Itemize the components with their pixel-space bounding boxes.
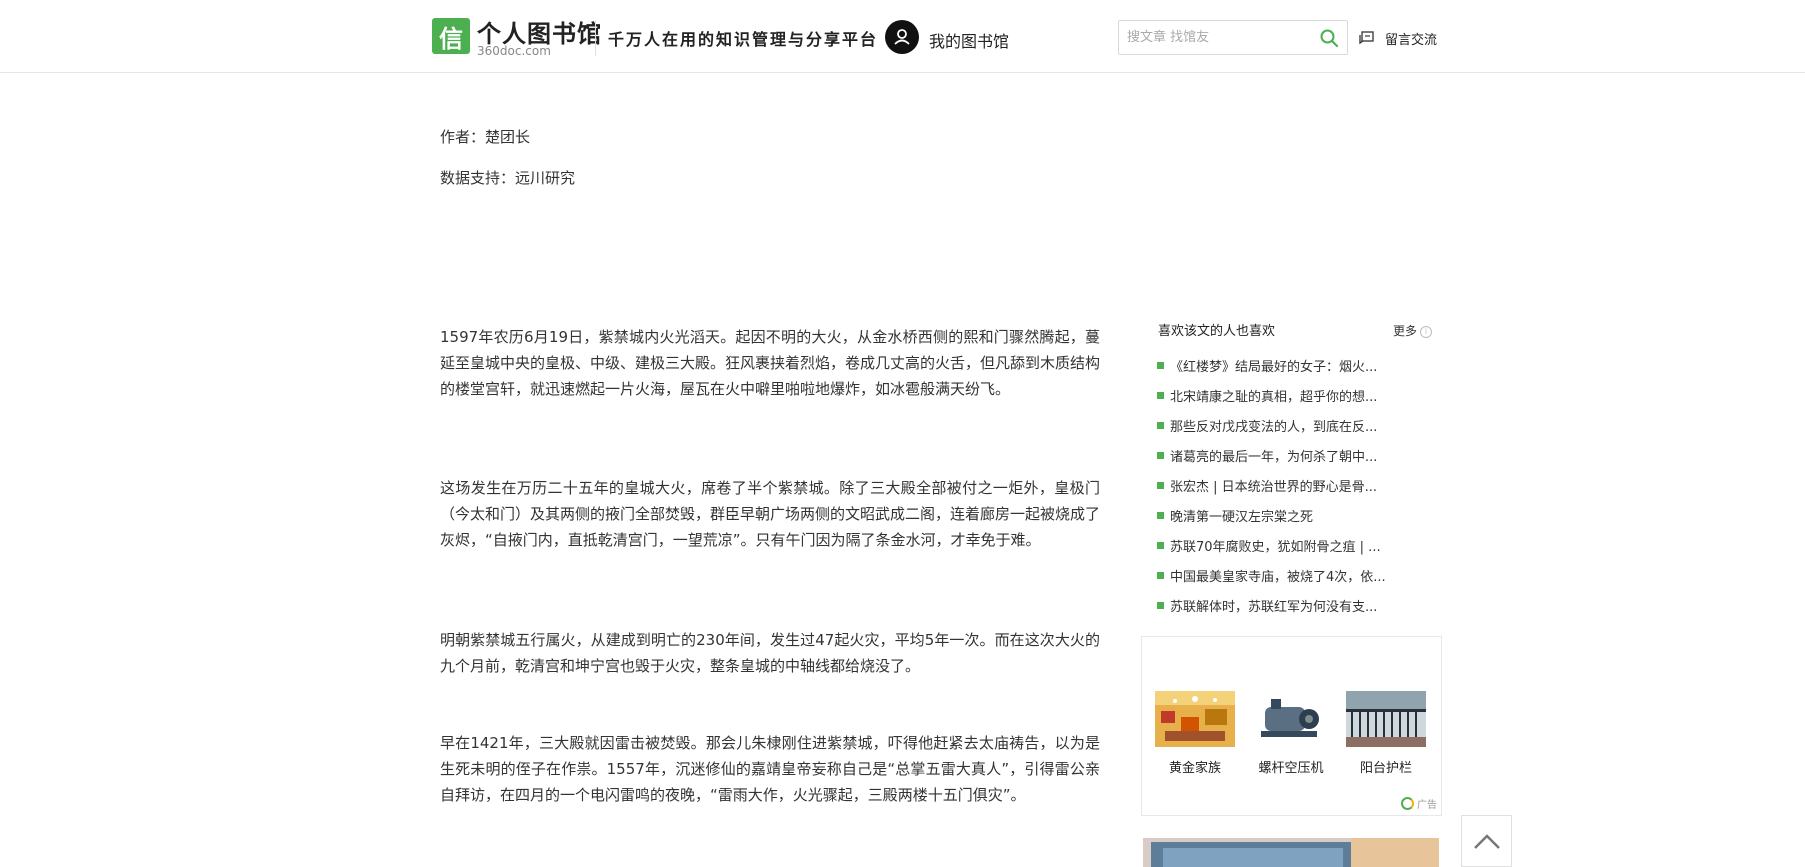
chevron-up-icon (1473, 834, 1500, 849)
list-item-label[interactable]: 北宋靖康之耻的真相，超乎你的想... (1170, 386, 1377, 405)
article-paragraph: 明朝紫禁城五行属火，从建成到明亡的230年间，发生过47起火灾，平均5年一次。而… (440, 631, 1100, 675)
search-box (1118, 20, 1348, 55)
top-header: 信 个人图书馆 360doc.com 千万人在用的知识管理与分享平台 我的图书馆… (0, 0, 1805, 73)
list-item-label[interactable]: 诸葛亮的最后一年，为何杀了朝中... (1170, 446, 1377, 465)
ad-image[interactable] (1155, 691, 1235, 747)
message-link[interactable]: 留言交流 (1385, 29, 1437, 48)
related-title: 喜欢该文的人也喜欢 (1158, 324, 1276, 339)
related-image[interactable] (1143, 838, 1439, 867)
bullet-icon (1157, 601, 1164, 609)
list-item-label[interactable]: 中国最美皇家寺庙，被烧了4次，依... (1170, 566, 1386, 585)
ad-panel: 黄金家族 螺杆空压机 阳台护栏 广告 (1141, 636, 1442, 816)
my-library-link[interactable]: 我的图书馆 (929, 28, 1009, 52)
article-paragraph: 早在1421年，三大殿就因雷击被焚毁。那会儿朱棣刚住进紫禁城，吓得他赶紧去太庙祷… (440, 734, 1100, 804)
search-icon[interactable] (1319, 28, 1339, 48)
related-header: 喜欢该文的人也喜欢 更多 i (1152, 318, 1432, 342)
list-item[interactable]: 北宋靖康之耻的真相，超乎你的想... (1157, 380, 1407, 410)
list-item[interactable]: 诸葛亮的最后一年，为何杀了朝中... (1157, 440, 1407, 470)
list-item[interactable]: 苏联解体时，苏联红军为何没有支... (1157, 590, 1407, 620)
article-paragraph: 这场发生在万历二十五年的皇城大火，席卷了半个紫禁城。除了三大殿全部被付之一炬外，… (440, 479, 1101, 549)
article-paragraph: 1597年农历6月19日，紫禁城内火光滔天。起因不明的大火，从金水桥西侧的熙和门… (440, 328, 1101, 398)
ad-label[interactable]: 阳台护栏 (1345, 757, 1427, 776)
ad-badge-label: 广告 (1417, 800, 1437, 811)
site-slogan: 千万人在用的知识管理与分享平台 (608, 30, 879, 49)
list-item[interactable]: 《红楼梦》结局最好的女子：烟火... (1157, 350, 1407, 380)
info-icon: i (1420, 325, 1432, 338)
ad-image[interactable] (1251, 691, 1331, 747)
search-input[interactable] (1127, 27, 1307, 47)
bullet-icon (1157, 391, 1164, 399)
list-item-label[interactable]: 苏联解体时，苏联红军为何没有支... (1170, 596, 1377, 615)
ad-label[interactable]: 螺杆空压机 (1250, 757, 1332, 776)
article-author: 作者：楚团长 (440, 128, 531, 146)
more-link[interactable]: 更多 i (1393, 322, 1432, 339)
back-to-top-button[interactable] (1461, 815, 1512, 867)
list-item-label[interactable]: 苏联70年腐败史，犹如附骨之疽 | ... (1170, 536, 1381, 555)
bullet-icon (1157, 571, 1164, 579)
related-list: 《红楼梦》结局最好的女子：烟火... 北宋靖康之耻的真相，超乎你的想... 那些… (1157, 350, 1407, 620)
ad-badge[interactable]: 广告 (1401, 796, 1437, 811)
message-icon[interactable] (1359, 31, 1375, 45)
article-data-support: 数据支持：远川研究 (440, 169, 576, 187)
user-avatar-icon[interactable] (885, 20, 919, 54)
ad-logo-icon (1401, 797, 1414, 810)
more-label[interactable]: 更多 (1393, 324, 1417, 338)
site-domain: 360doc.com (477, 44, 551, 58)
list-item[interactable]: 苏联70年腐败史，犹如附骨之疽 | ... (1157, 530, 1407, 560)
list-item[interactable]: 张宏杰 | 日本统治世界的野心是骨... (1157, 470, 1407, 500)
bullet-icon (1157, 361, 1164, 369)
list-item-label[interactable]: 晚清第一硬汉左宗棠之死 (1170, 506, 1313, 525)
bullet-icon (1157, 421, 1164, 429)
ad-item[interactable]: 螺杆空压机 (1250, 691, 1332, 776)
list-item[interactable]: 晚清第一硬汉左宗棠之死 (1157, 500, 1407, 530)
bullet-icon (1157, 481, 1164, 489)
ad-image[interactable] (1346, 691, 1426, 747)
ad-item[interactable]: 阳台护栏 (1345, 691, 1427, 776)
list-item-label[interactable]: 《红楼梦》结局最好的女子：烟火... (1170, 356, 1377, 375)
list-item[interactable]: 中国最美皇家寺庙，被烧了4次，依... (1157, 560, 1407, 590)
site-logo-icon[interactable]: 信 (432, 18, 470, 54)
list-item-label[interactable]: 张宏杰 | 日本统治世界的野心是骨... (1170, 476, 1377, 495)
bullet-icon (1157, 511, 1164, 519)
bullet-icon (1157, 451, 1164, 459)
list-item[interactable]: 那些反对戊戌变法的人，到底在反... (1157, 410, 1407, 440)
ad-label[interactable]: 黄金家族 (1154, 757, 1236, 776)
bullet-icon (1157, 541, 1164, 549)
header-divider (595, 20, 596, 56)
logo-glyph: 信 (439, 23, 463, 53)
list-item-label[interactable]: 那些反对戊戌变法的人，到底在反... (1170, 416, 1377, 435)
ad-item[interactable]: 黄金家族 (1154, 691, 1236, 776)
